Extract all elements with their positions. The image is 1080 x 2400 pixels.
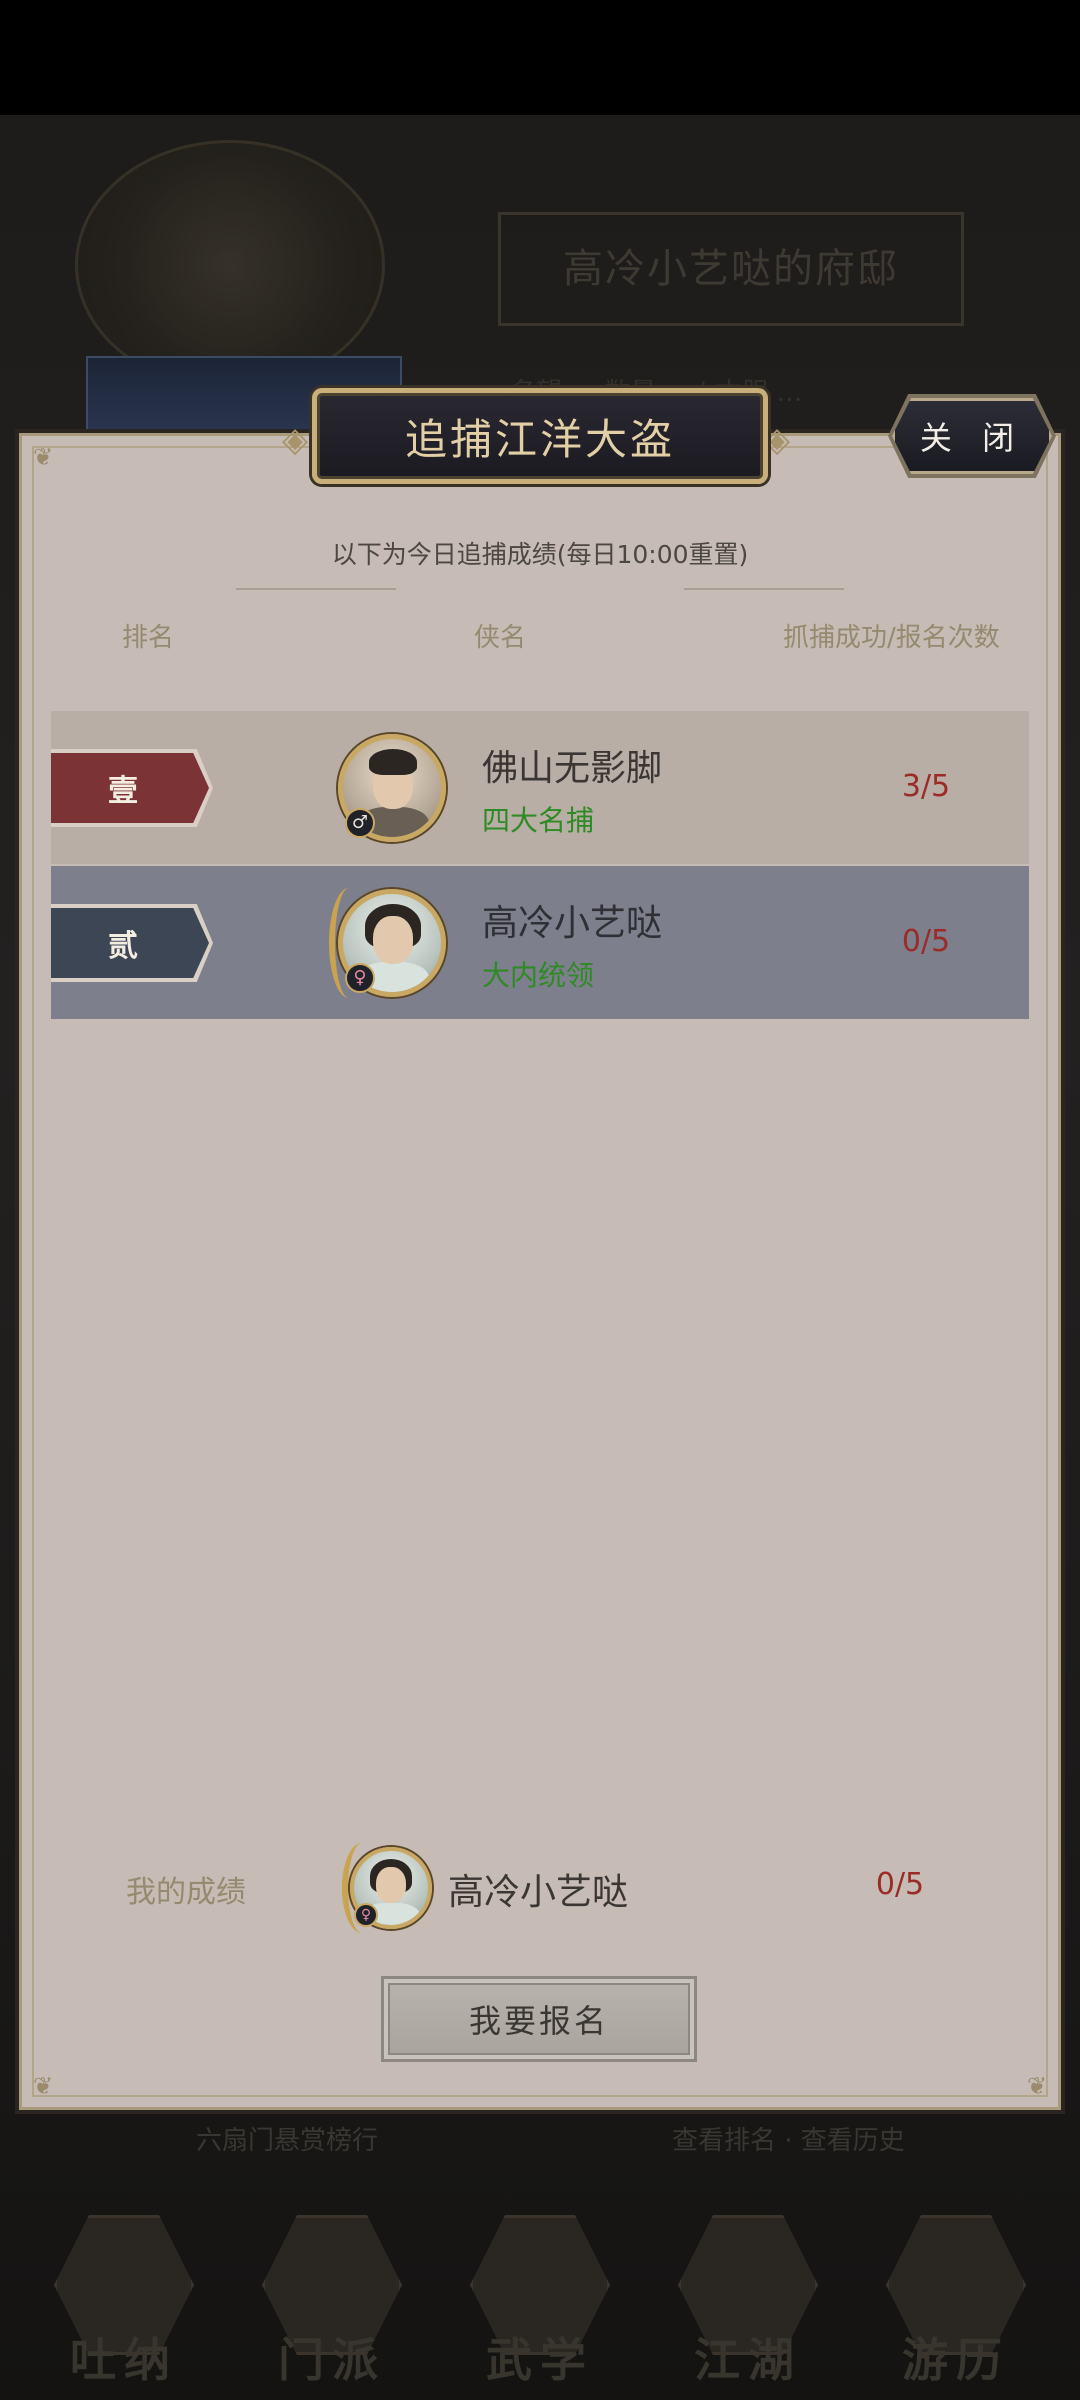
- ranking-row[interactable]: 壹 ♂ 佛山无影脚 四大名捕 3/5: [51, 711, 1029, 864]
- nav-label: 武学: [486, 2333, 594, 2387]
- mansion-title: 高冷小艺哒的府邸: [498, 212, 964, 326]
- my-score: 0/5: [875, 1867, 925, 1902]
- ranking-row[interactable]: 贰 ♀ 高冷小艺哒 大内统领 0/5: [51, 866, 1029, 1019]
- hero-name: 高冷小艺哒: [482, 903, 663, 944]
- rank-badge: 壹: [51, 753, 209, 823]
- dialog-title-plate: 追捕江洋大盗: [312, 388, 768, 484]
- nav-item-wuxue[interactable]: 武学: [460, 2205, 620, 2390]
- column-header-hero: 侠名: [474, 623, 527, 653]
- female-gender-icon: ♀: [354, 1903, 378, 1927]
- status-bar-area: [0, 0, 1080, 115]
- reset-notice: 以下为今日追捕成绩(每日10:00重置): [331, 540, 749, 569]
- column-header-score: 抓捕成功/报名次数: [783, 623, 1000, 653]
- avatar-head: [373, 916, 413, 964]
- mansion-emblem-image: [75, 140, 385, 390]
- panel-inner-border: [32, 446, 1048, 2097]
- avatar-hair: [369, 749, 417, 775]
- nav-label: 吐纳: [70, 2333, 178, 2387]
- my-hero-name: 高冷小艺哒: [448, 1872, 629, 1913]
- avatar-head: [376, 1867, 406, 1903]
- rank-badge: 贰: [51, 908, 209, 978]
- catch-score: 3/5: [901, 769, 951, 804]
- background-footer-left: 六扇门悬赏榜行: [196, 2126, 379, 2156]
- subtitle-left-divider: [236, 578, 396, 590]
- corner-ornament-icon: ❦: [1026, 2072, 1048, 2100]
- subtitle-right-divider: [684, 578, 844, 590]
- male-gender-icon: ♂: [345, 808, 375, 838]
- bottom-navigation: 吐纳 门派 武学 江湖 游历: [0, 2200, 1080, 2400]
- hero-title: 大内统领: [482, 959, 595, 992]
- nav-label: 门派: [278, 2333, 386, 2387]
- background-footer-right: 查看排名 · 查看历史: [672, 2126, 905, 2156]
- my-avatar[interactable]: ♀: [342, 1843, 432, 1933]
- nav-item-menpai[interactable]: 门派: [252, 2205, 412, 2390]
- close-button[interactable]: 关 闭: [892, 398, 1052, 474]
- female-gender-icon: ♀: [345, 963, 375, 993]
- hero-title: 四大名捕: [482, 804, 595, 837]
- nav-item-jianghu[interactable]: 江湖: [668, 2205, 828, 2390]
- nav-item-tuna[interactable]: 吐纳: [44, 2205, 204, 2390]
- catch-score: 0/5: [901, 924, 951, 959]
- nav-label: 游历: [902, 2333, 1010, 2387]
- my-result-label: 我的成绩: [126, 1875, 246, 1910]
- dialog-title: 追捕江洋大盗: [404, 414, 675, 464]
- nav-item-youli[interactable]: 游历: [876, 2205, 1036, 2390]
- nav-label: 江湖: [694, 2333, 802, 2387]
- signup-button[interactable]: 我要报名: [381, 1976, 697, 2062]
- title-left-ornament-icon: ◈: [282, 420, 309, 460]
- corner-ornament-icon: ❦: [32, 2072, 54, 2100]
- corner-ornament-icon: ❦: [32, 443, 54, 471]
- bounty-dialog: ❦ ❦ ❦ ❦: [15, 429, 1065, 2114]
- hero-name: 佛山无影脚: [482, 748, 663, 789]
- column-header-rank: 排名: [122, 623, 175, 653]
